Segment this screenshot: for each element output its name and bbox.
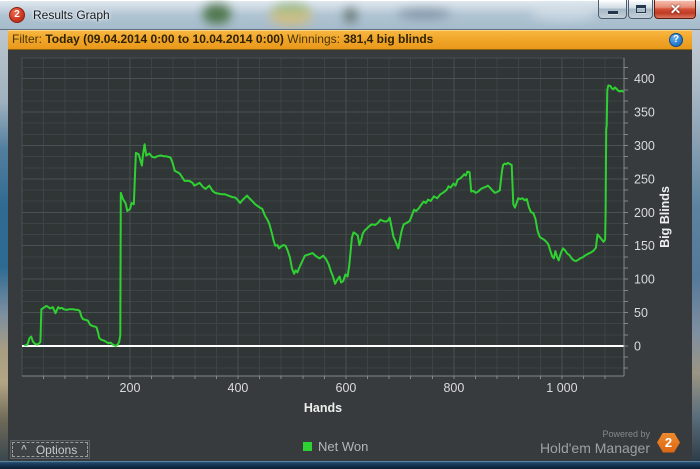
collapse-caret-icon: ^ bbox=[21, 443, 27, 455]
y-tick-label: 0 bbox=[634, 339, 641, 353]
title-bar[interactable]: 2 Results Graph bbox=[0, 0, 700, 30]
x-tick-label: 1 000 bbox=[546, 381, 577, 395]
branding: Powered by Hold'em Manager 2 bbox=[540, 429, 680, 456]
brand-name: Hold'em Manager bbox=[539, 440, 650, 456]
y-tick-label: 200 bbox=[634, 206, 655, 220]
app-icon: 2 bbox=[9, 7, 25, 23]
y-tick-label: 250 bbox=[634, 172, 655, 186]
minimize-button[interactable] bbox=[598, 0, 627, 19]
content-area: 200 400 600 800 1 000 0 50 100 150 200 250 300 350 40… bbox=[8, 50, 692, 461]
close-button[interactable] bbox=[654, 0, 696, 19]
filter-value: Today (09.04.2014 0:00 to 10.04.2014 0:0… bbox=[45, 32, 284, 46]
x-tick-label: 400 bbox=[228, 381, 249, 395]
y-tick-label: 50 bbox=[634, 306, 648, 320]
window-border-bottom bbox=[0, 461, 700, 469]
legend-swatch bbox=[303, 442, 312, 451]
x-tick-label: 600 bbox=[336, 381, 357, 395]
y-tick-label: 150 bbox=[634, 239, 655, 253]
hm2-badge-icon: 2 bbox=[657, 432, 680, 453]
background-blur-blob bbox=[344, 8, 357, 23]
options-button[interactable]: ^ Options bbox=[10, 440, 90, 459]
background-blur-blob bbox=[203, 4, 231, 24]
powered-by-label: Powered by bbox=[602, 429, 650, 439]
close-icon bbox=[669, 3, 682, 16]
window-controls bbox=[598, 0, 696, 19]
window-title: Results Graph bbox=[33, 8, 110, 22]
filter-bar: Filter: Today (09.04.2014 0:00 to 10.04.… bbox=[8, 30, 692, 50]
y-tick-label: 400 bbox=[634, 72, 655, 86]
y-tick-label: 300 bbox=[634, 139, 655, 153]
minimize-icon bbox=[607, 11, 618, 14]
x-tick-label: 800 bbox=[443, 381, 464, 395]
y-tick-label: 100 bbox=[634, 273, 655, 287]
background-blur-blob bbox=[398, 9, 450, 19]
y-tick-label: 350 bbox=[634, 106, 655, 120]
plot-area bbox=[22, 58, 624, 376]
background-blur-blob bbox=[532, 4, 596, 21]
maximize-button[interactable] bbox=[628, 0, 653, 19]
legend-label: Net Won bbox=[318, 439, 369, 454]
background-blur-blob bbox=[270, 4, 312, 26]
winnings-label: Winnings: bbox=[287, 32, 340, 46]
results-graph-window: { "window": { "title": "Results Graph", … bbox=[0, 0, 700, 469]
maximize-icon bbox=[635, 5, 646, 13]
y-axis-title: Big Blinds bbox=[658, 186, 672, 248]
window-border-left bbox=[0, 0, 8, 461]
window-border-right bbox=[692, 0, 700, 461]
options-label: Options bbox=[35, 442, 78, 457]
x-tick-label: 200 bbox=[120, 381, 141, 395]
winnings-value: 381,4 big blinds bbox=[343, 32, 434, 46]
help-icon[interactable]: ? bbox=[669, 33, 683, 47]
filter-label: Filter: bbox=[12, 32, 42, 46]
results-chart: 200 400 600 800 1 000 0 50 100 150 200 250 300 350 40… bbox=[21, 57, 672, 415]
chart-legend: Net Won bbox=[303, 439, 368, 454]
x-axis-title: Hands bbox=[304, 401, 342, 415]
brand-text: Powered by Hold'em Manager bbox=[540, 429, 650, 456]
